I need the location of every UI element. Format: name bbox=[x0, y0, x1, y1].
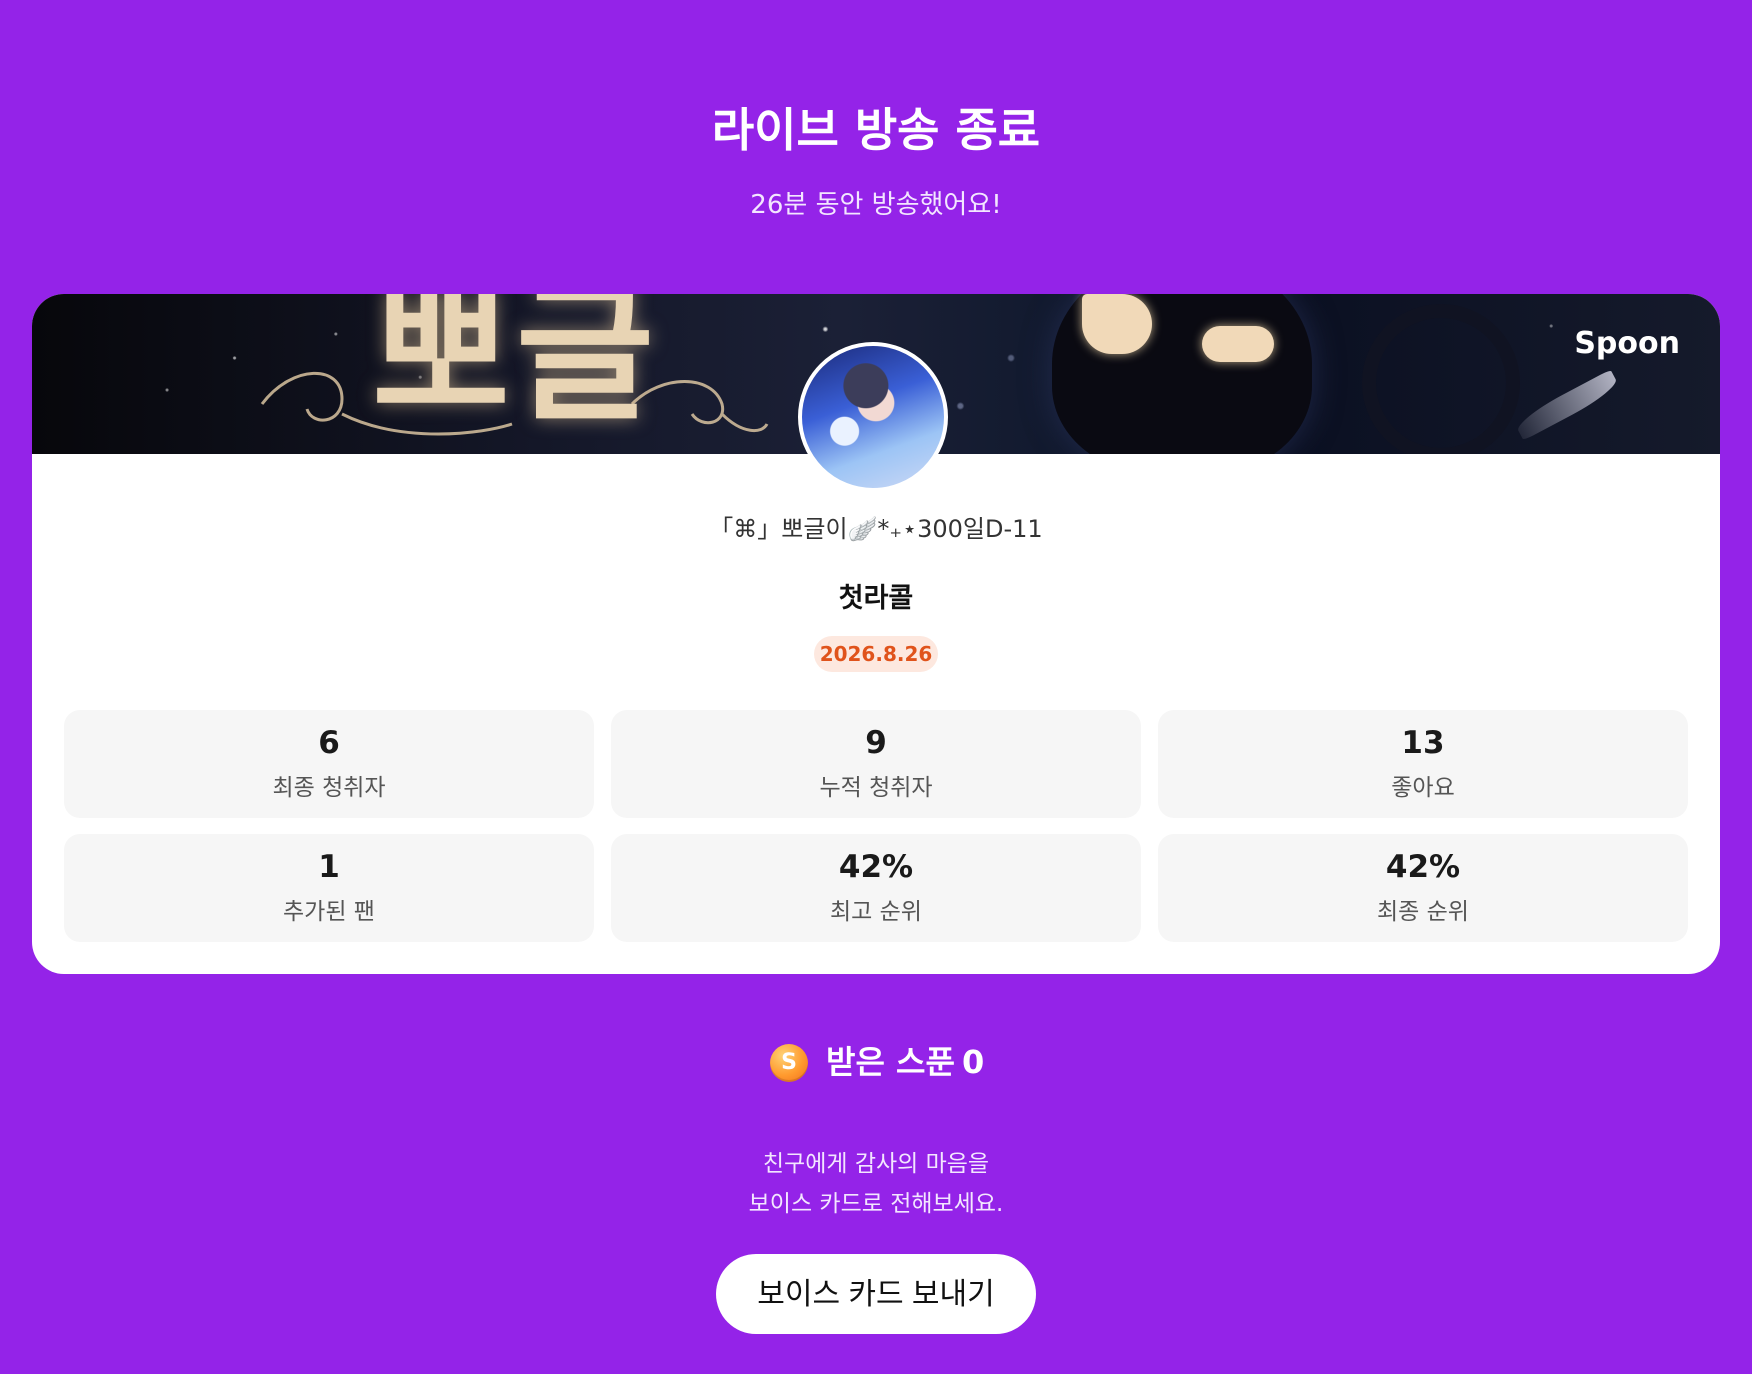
spoon-coin-icon: S bbox=[770, 1044, 808, 1082]
stat-likes: 13 좋아요 bbox=[1158, 710, 1688, 818]
broadcast-duration-text: 26분 동안 방송했어요! bbox=[750, 190, 1002, 220]
stat-label: 최종 순위 bbox=[1377, 899, 1469, 925]
banner-cat-figure bbox=[1052, 294, 1312, 454]
broadcast-title: 첫라콜 bbox=[838, 583, 914, 614]
broadcast-summary-card: 뽀글 Spoon 「⌘」뽀글이🪽*₊⋆300일D-11 첫라콜 2026.8.2… bbox=[32, 294, 1720, 974]
stat-value: 42% bbox=[1385, 849, 1461, 885]
stat-label: 누적 청취자 bbox=[819, 775, 933, 801]
stat-label: 최고 순위 bbox=[830, 899, 922, 925]
stat-total-listeners: 9 누적 청취자 bbox=[611, 710, 1141, 818]
live-end-page: 라이브 방송 종료 26분 동안 방송했어요! 뽀글 Spoon 「⌘」뽀글이🪽… bbox=[0, 0, 1752, 1374]
stat-value: 9 bbox=[865, 725, 887, 761]
stat-highest-rank: 42% 최고 순위 bbox=[611, 834, 1141, 942]
stat-final-listeners: 6 최종 청취자 bbox=[64, 710, 594, 818]
stat-value: 42% bbox=[838, 849, 914, 885]
thanks-line-2: 보이스 카드로 전해보세요. bbox=[748, 1191, 1004, 1217]
thanks-line-1: 친구에게 감사의 마음을 bbox=[762, 1151, 990, 1177]
received-spoons-label: 받은 스푼 bbox=[826, 1043, 955, 1081]
dj-avatar[interactable] bbox=[798, 342, 948, 492]
cat-eye-right bbox=[1202, 326, 1274, 362]
banner-cat-tail bbox=[1362, 304, 1520, 454]
page-title: 라이브 방송 종료 bbox=[711, 103, 1041, 157]
stat-new-fans: 1 추가된 팬 bbox=[64, 834, 594, 942]
cat-eye-left bbox=[1082, 294, 1152, 354]
stat-final-rank: 42% 최종 순위 bbox=[1158, 834, 1688, 942]
stat-value: 1 bbox=[318, 849, 340, 885]
thanks-message: 친구에게 감사의 마음을 보이스 카드로 전해보세요. bbox=[0, 1144, 1752, 1224]
send-voice-card-button[interactable]: 보이스 카드 보내기 bbox=[716, 1254, 1036, 1334]
banner-logo-text: 뽀글 bbox=[372, 294, 661, 442]
stat-value: 6 bbox=[318, 725, 340, 761]
stat-value: 13 bbox=[1401, 725, 1445, 761]
stat-label: 최종 청취자 bbox=[272, 775, 386, 801]
stat-label: 추가된 팬 bbox=[283, 899, 375, 925]
spoon-brand-logo: Spoon bbox=[1574, 326, 1680, 361]
broadcast-date-badge: 2026.8.26 bbox=[814, 636, 938, 672]
received-spoons-count: 0 bbox=[962, 1043, 985, 1081]
stat-label: 좋아요 bbox=[1391, 775, 1455, 801]
dj-nickname: 「⌘」뽀글이🪽*₊⋆300일D-11 bbox=[709, 515, 1043, 543]
